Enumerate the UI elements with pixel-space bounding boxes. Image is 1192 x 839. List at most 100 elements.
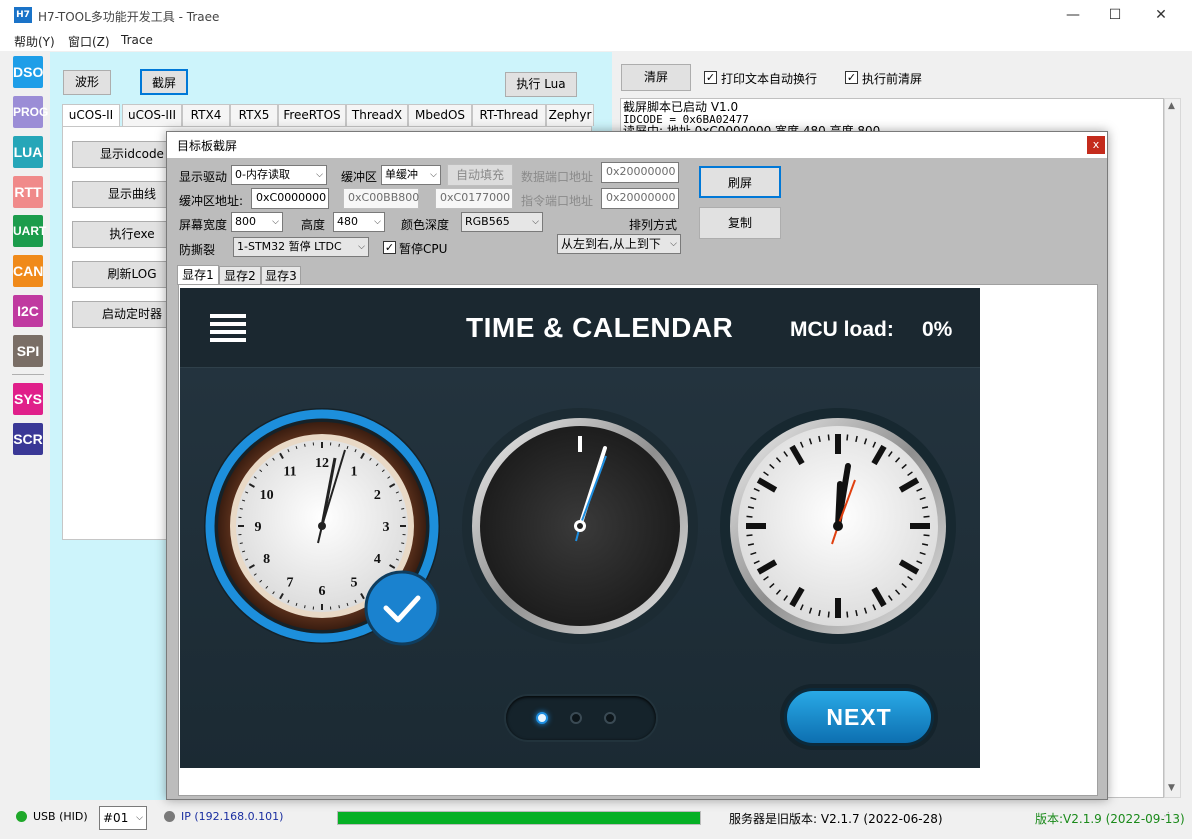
clear-before-label: 执行前清屏 (862, 72, 923, 86)
lcd-next-button: NEXT (784, 688, 934, 746)
data-port-label: 数据端口地址 (521, 170, 594, 184)
log-scrollbar[interactable]: ▲ ▼ (1164, 98, 1181, 798)
clock-tick (304, 443, 306, 447)
sidebar-sys-button[interactable]: SYS (13, 383, 43, 415)
clock-number: 8 (263, 552, 270, 567)
tab-freertos[interactable]: FreeRTOS (278, 104, 346, 126)
tab-vram-2[interactable]: 显存2 (219, 266, 261, 285)
buffer-label: 缓冲区 (341, 170, 378, 184)
tab-rtx4[interactable]: RTX4 (182, 104, 230, 126)
autowrap-label: 打印文本自动换行 (721, 72, 818, 86)
sidebar-lua-button[interactable]: LUA (13, 136, 43, 168)
driver-select[interactable]: 0-内存读取 ⌵ (231, 165, 327, 185)
menu-trace[interactable]: Trace (121, 33, 153, 47)
port-select[interactable]: #01 ⌵ (99, 806, 147, 830)
screen-width-value: 800 (235, 215, 256, 228)
chevron-down-icon: ⌵ (670, 239, 677, 249)
sidebar-uart-button[interactable]: UART (13, 215, 46, 247)
menu-help[interactable]: 帮助(Y) (14, 33, 55, 50)
clock-tick (846, 611, 849, 618)
clock-tick (304, 605, 306, 609)
buffer-address-2-input[interactable]: 0xC00BB800 (343, 188, 419, 209)
pause-cpu-checkbox[interactable]: ✓ (383, 241, 396, 254)
order-select[interactable]: 从左到右,从上到下 ⌵ (557, 234, 681, 254)
clock-tick (923, 534, 930, 537)
run-lua-button[interactable]: 执行 Lua (505, 72, 577, 97)
order-label: 排列方式 (629, 218, 678, 232)
tearing-select[interactable]: 1-STM32 暂停 LTDC ⌵ (233, 237, 369, 257)
tab-threadx[interactable]: ThreadX (346, 104, 408, 126)
clock-tick (746, 534, 753, 537)
page-dot-active[interactable] (536, 712, 548, 724)
buffer-address-label: 缓冲区地址: (179, 194, 244, 208)
refresh-screen-button[interactable]: 刷屏 (699, 166, 781, 198)
page-dot[interactable] (570, 712, 582, 724)
clear-before-checkbox[interactable]: ✓ (845, 71, 858, 84)
sidebar-spi-button[interactable]: SPI (13, 335, 43, 367)
minimize-button[interactable]: — (1050, 0, 1096, 31)
color-depth-label: 颜色深度 (401, 218, 450, 232)
clock-tick (401, 508, 405, 510)
page-dot[interactable] (604, 712, 616, 724)
tab-vram-3[interactable]: 显存3 (261, 266, 301, 285)
resize-grip-icon[interactable]: ⋰ (1160, 811, 1170, 822)
autofill-button[interactable]: 自动填充 (447, 164, 513, 186)
clock-tick (827, 611, 830, 618)
sidebar-i2c-button[interactable]: I2C (13, 295, 43, 327)
sidebar-prog-button[interactable]: PROG (13, 96, 48, 128)
dialog-close-button[interactable]: x (1087, 136, 1105, 154)
clear-log-button[interactable]: 清屏 (621, 64, 691, 91)
scroll-up-icon[interactable]: ▲ (1168, 101, 1175, 111)
clock-tick (846, 434, 849, 441)
clock-number: 10 (260, 488, 274, 503)
tool-sidebar: DSO PROG LUA RTT UART CAN I2C SPI SYS SC… (8, 52, 50, 800)
screenshot-button[interactable]: 截屏 (140, 69, 188, 95)
page-indicator (506, 696, 656, 740)
maximize-button[interactable]: ☐ (1092, 0, 1138, 31)
dialog-title: 目标板截屏 (177, 139, 238, 153)
sidebar-rtt-button[interactable]: RTT (13, 176, 43, 208)
color-depth-select[interactable]: RGB565 ⌵ (461, 212, 543, 232)
sidebar-can-button[interactable]: CAN (13, 255, 43, 287)
analog-clock-1: 121234567891011 (204, 408, 440, 646)
scroll-down-icon[interactable]: ▼ (1168, 783, 1175, 793)
tab-rtx5[interactable]: RTX5 (230, 104, 278, 126)
clock-number: 3 (383, 520, 390, 535)
clock-tick (746, 515, 753, 518)
data-port-input[interactable]: 0x20000000 (601, 162, 679, 183)
buffer-select[interactable]: 单缓冲 ⌵ (381, 165, 441, 185)
tab-ucos-iii[interactable]: uCOS-III (122, 104, 182, 126)
lcd-screenshot: TIME & CALENDAR MCU load: 0% 12 1 2 3 4 … (180, 288, 980, 768)
chevron-down-icon: ⌵ (430, 170, 437, 180)
chevron-down-icon: ⌵ (374, 217, 381, 227)
tab-ucos-ii[interactable]: uCOS-II (62, 104, 120, 127)
close-button[interactable]: ✕ (1138, 0, 1184, 31)
menu-window[interactable]: 窗口(Z) (68, 33, 110, 50)
screen-width-select[interactable]: 800 ⌵ (231, 212, 283, 232)
tab-vram-1[interactable]: 显存1 (177, 265, 219, 285)
tab-zephyr[interactable]: Zephyr (546, 104, 594, 126)
screen-height-select[interactable]: 480 ⌵ (333, 212, 385, 232)
sidebar-dso-button[interactable]: DSO (13, 56, 43, 88)
sidebar-scr-button[interactable]: SCR (13, 423, 43, 455)
buffer-address-3-input[interactable]: 0xC0177000 (435, 188, 513, 209)
cmd-port-input[interactable]: 0x20000000 (601, 188, 679, 209)
app-icon: H7 (14, 7, 32, 23)
autowrap-checkbox[interactable]: ✓ (704, 71, 717, 84)
clock-number: 6 (319, 584, 326, 599)
clock-number: 12 (315, 456, 329, 471)
chevron-down-icon: ⌵ (532, 217, 539, 227)
usb-status-label: USB (HID) (33, 810, 88, 823)
analog-clock-3 (720, 408, 956, 644)
driver-select-value: 0-内存读取 (235, 168, 290, 181)
chevron-down-icon: ⌵ (358, 242, 365, 252)
tab-mbedos[interactable]: MbedOS (408, 104, 472, 126)
chevron-down-icon: ⌵ (316, 170, 323, 180)
wave-button[interactable]: 波形 (63, 70, 111, 95)
clock-number: 5 (351, 575, 358, 590)
order-select-value: 从左到右,从上到下 (561, 237, 661, 251)
buffer-address-input[interactable]: 0xC0000000 (251, 188, 329, 209)
clock-tick (338, 605, 340, 609)
copy-button[interactable]: 复制 (699, 207, 781, 239)
tab-rt-thread[interactable]: RT-Thread (472, 104, 546, 126)
